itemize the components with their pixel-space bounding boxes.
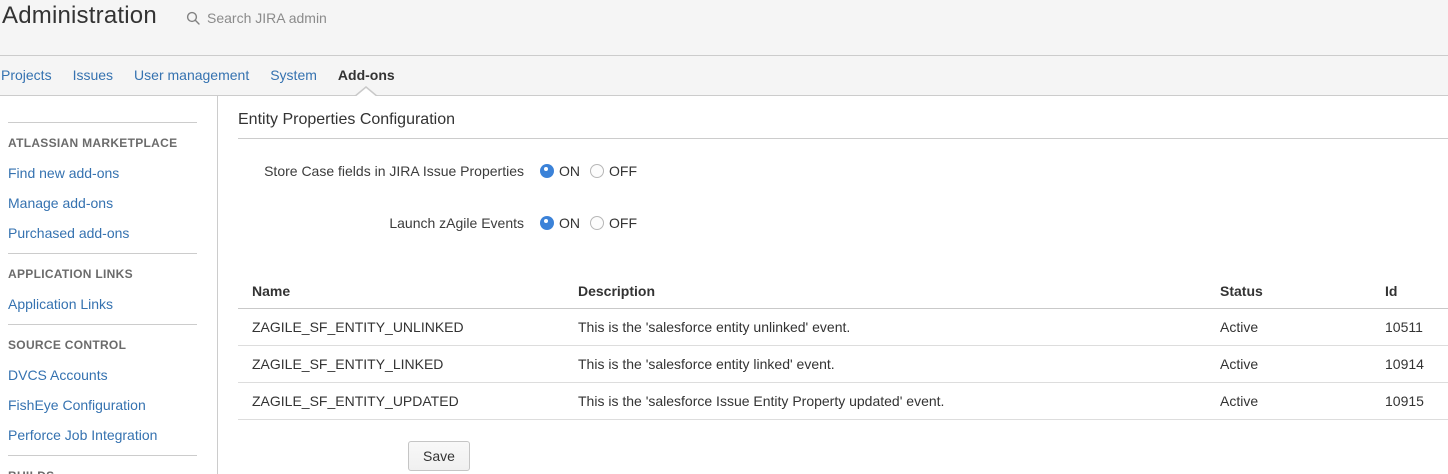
tab-add-ons[interactable]: Add-ons [338, 56, 395, 95]
admin-search [186, 9, 385, 27]
sidebar-item-application-links[interactable]: Application Links [8, 289, 197, 319]
sidebar-item-manage-add-ons[interactable]: Manage add-ons [8, 188, 197, 218]
sidebar-section-source-control: SOURCE CONTROL DVCS AccountsFishEye Confi… [8, 324, 197, 455]
cell-status: Active [1220, 383, 1385, 420]
cell-description: This is the 'salesforce Issue Entity Pro… [578, 383, 1220, 420]
cell-name: ZAGILE_SF_ENTITY_UPDATED [238, 383, 578, 420]
tab-user-management[interactable]: User management [134, 56, 249, 95]
save-button[interactable]: Save [408, 441, 470, 471]
radio-option-label: OFF [609, 163, 637, 179]
sidebar-item-purchased-add-ons[interactable]: Purchased add-ons [8, 218, 197, 248]
column-header-status: Status [1220, 275, 1385, 309]
sidebar-section-title: APPLICATION LINKS [8, 267, 197, 281]
radio-option-label: OFF [609, 215, 637, 231]
cell-name: ZAGILE_SF_ENTITY_LINKED [238, 346, 578, 383]
tab-system[interactable]: System [270, 56, 317, 95]
admin-layout: ATLASSIAN MARKETPLACE Find new add-onsMan… [0, 96, 1448, 474]
sidebar-section-title: ATLASSIAN MARKETPLACE [8, 136, 197, 150]
table-row: ZAGILE_SF_ENTITY_UPDATEDThis is the 'sal… [238, 383, 1448, 420]
setting-label: Store Case fields in JIRA Issue Properti… [238, 163, 540, 179]
radio-off[interactable] [590, 164, 604, 178]
tab-issues[interactable]: Issues [73, 56, 113, 95]
cell-description: This is the 'salesforce entity linked' e… [578, 346, 1220, 383]
table-header-row: NameDescriptionStatusId [238, 275, 1448, 309]
cell-description: This is the 'salesforce entity unlinked'… [578, 309, 1220, 346]
column-header-description: Description [578, 275, 1220, 309]
setting-label: Launch zAgile Events [238, 215, 540, 231]
sidebar: ATLASSIAN MARKETPLACE Find new add-onsMan… [0, 96, 218, 474]
radio-on-selected[interactable] [540, 216, 554, 230]
admin-nav: Projects Issues User management System Add-o… [0, 56, 1448, 96]
page-title: Administration [2, 2, 157, 30]
table-row: ZAGILE_SF_ENTITY_LINKEDThis is the 'sale… [238, 346, 1448, 383]
column-header-id: Id [1385, 275, 1448, 309]
sidebar-section-title: BUILDS [8, 469, 197, 474]
cell-status: Active [1220, 309, 1385, 346]
cell-status: Active [1220, 346, 1385, 383]
sidebar-section-atlassian-marketplace: ATLASSIAN MARKETPLACE Find new add-onsMan… [8, 122, 197, 253]
radio-off[interactable] [590, 216, 604, 230]
sidebar-item-fisheye-configuration[interactable]: FishEye Configuration [8, 390, 197, 420]
radio-on-selected[interactable] [540, 164, 554, 178]
setting-row-store-case-fields-in-jira-issue-properties: Store Case fields in JIRA Issue Properti… [238, 157, 1448, 185]
section-heading: Entity Properties Configuration [238, 96, 1448, 139]
cell-id: 10915 [1385, 383, 1448, 420]
tab-projects[interactable]: Projects [1, 56, 52, 95]
sidebar-section-title: SOURCE CONTROL [8, 338, 197, 352]
radio-group: ON OFF [540, 163, 647, 179]
sidebar-section-application-links: APPLICATION LINKS Application Links [8, 253, 197, 324]
app-header: Administration [0, 0, 1448, 56]
events-table: NameDescriptionStatusId ZAGILE_SF_ENTITY… [238, 275, 1448, 420]
search-input[interactable] [205, 9, 385, 27]
cell-id: 10511 [1385, 309, 1448, 346]
table-row: ZAGILE_SF_ENTITY_UNLINKEDThis is the 'sa… [238, 309, 1448, 346]
settings-form: Store Case fields in JIRA Issue Properti… [238, 157, 1448, 237]
sidebar-item-dvcs-accounts[interactable]: DVCS Accounts [8, 360, 197, 390]
setting-row-launch-zagile-events: Launch zAgile Events ON OFF [238, 209, 1448, 237]
sidebar-item-perforce-job-integration[interactable]: Perforce Job Integration [8, 420, 197, 450]
radio-option-label: ON [559, 215, 580, 231]
search-icon [186, 11, 200, 25]
sidebar-item-find-new-add-ons[interactable]: Find new add-ons [8, 158, 197, 188]
radio-group: ON OFF [540, 215, 647, 231]
sidebar-section-builds: BUILDS [8, 455, 197, 474]
radio-option-label: ON [559, 163, 580, 179]
cell-id: 10914 [1385, 346, 1448, 383]
column-header-name: Name [238, 275, 578, 309]
main-content: Entity Properties Configuration Store Ca… [218, 96, 1448, 474]
cell-name: ZAGILE_SF_ENTITY_UNLINKED [238, 309, 578, 346]
